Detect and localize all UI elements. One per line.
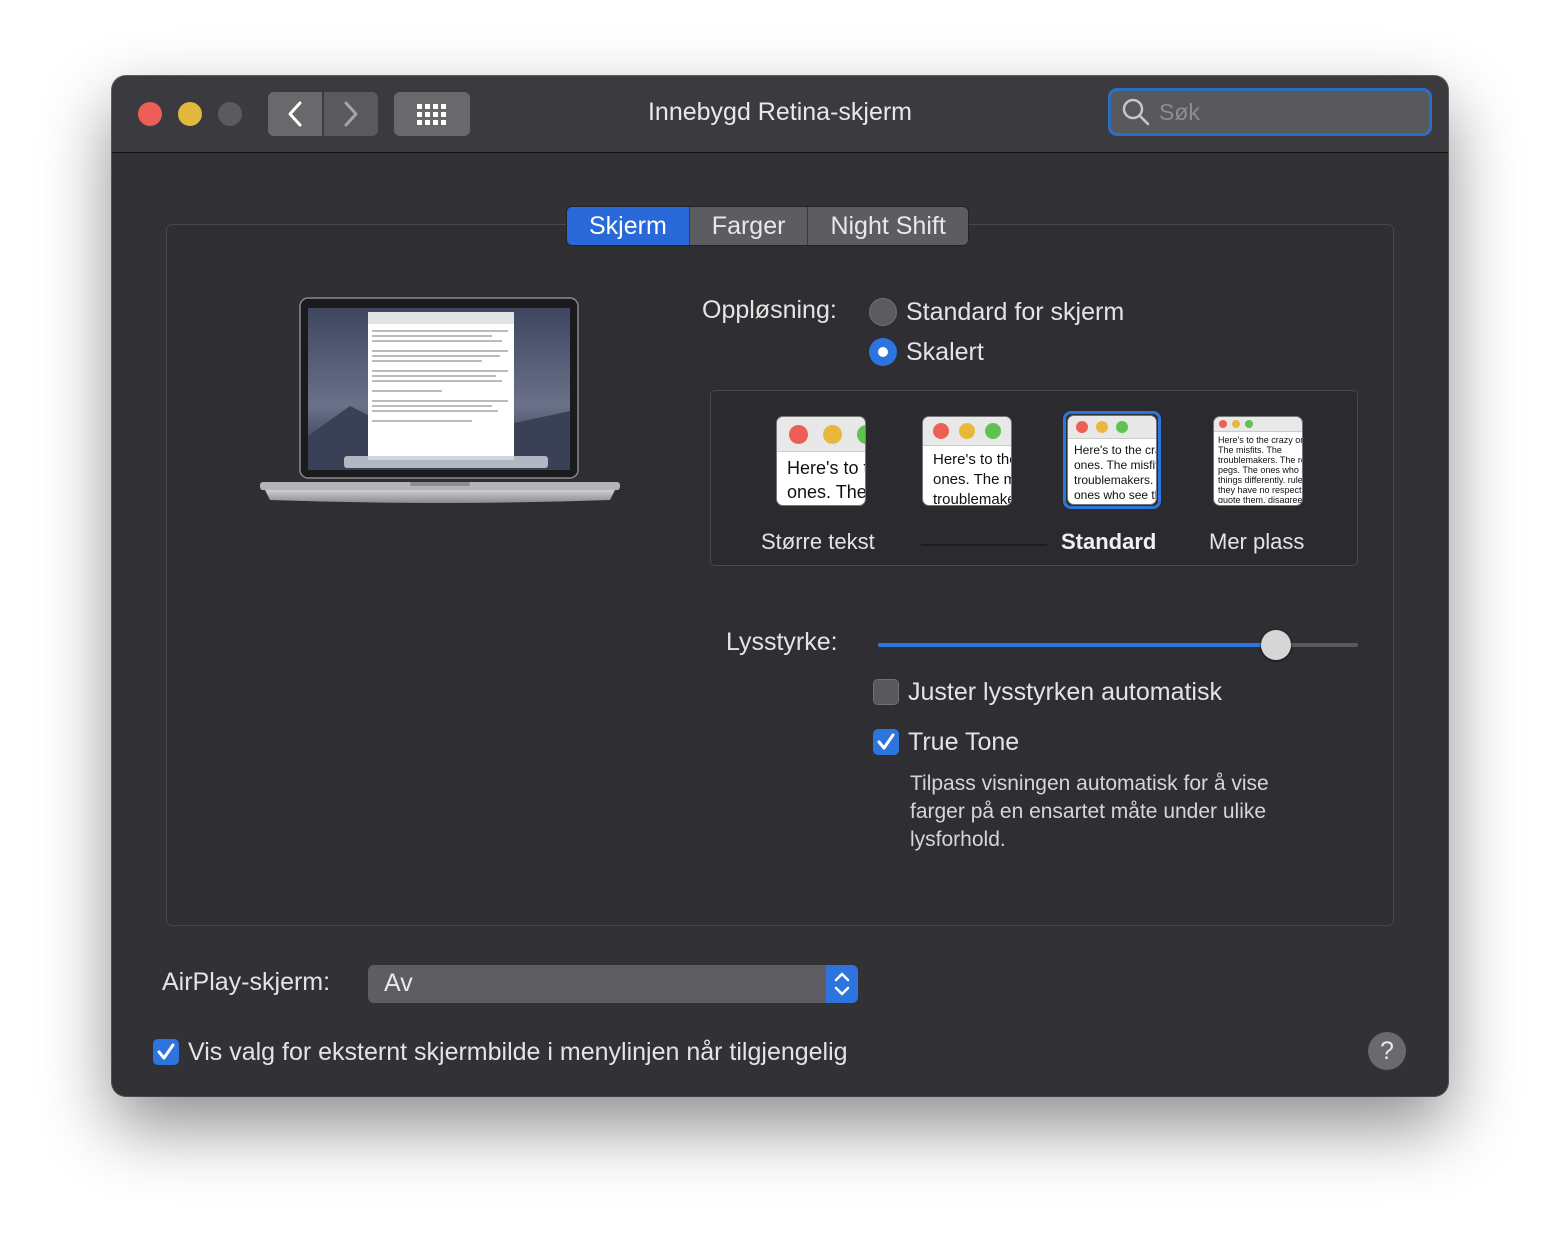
search-icon [1122, 98, 1150, 126]
scaling-label-larger-text: Større tekst [761, 529, 875, 554]
show-all-button[interactable] [394, 92, 470, 136]
search-field[interactable] [1108, 88, 1432, 136]
zoom-button[interactable] [218, 102, 242, 126]
tab-bar: Skjerm Farger Night Shift [566, 206, 969, 246]
system-preferences-window: Innebygd Retina-skjerm Skjerm Farger Nig… [112, 76, 1448, 1096]
menubar-option-checkbox[interactable] [153, 1039, 179, 1065]
resolution-label: Oppløsning: [702, 296, 837, 324]
brightness-label: Lysstyrke: [726, 628, 838, 656]
macbook-illustration [260, 297, 620, 503]
brightness-slider-fill [878, 643, 1277, 647]
airplay-select[interactable]: Av [368, 965, 858, 1003]
close-button[interactable] [138, 102, 162, 126]
scaling-divider [921, 544, 1047, 546]
tab-skjerm[interactable]: Skjerm [567, 207, 689, 245]
scaling-option-2[interactable]: Here's to the crazy ones. The misfits. T… [923, 417, 1011, 505]
checkmark-icon [877, 733, 895, 750]
true-tone-description: Tilpass visningen automatisk for å vise … [910, 772, 1269, 851]
menubar-option-label[interactable]: Vis valg for eksternt skjermbilde i meny… [188, 1038, 848, 1067]
scaling-options: Here's to the crazy ones. The misfits. T… [710, 390, 1358, 566]
radio-standard-for-display-label[interactable]: Standard for skjerm [906, 298, 1124, 327]
radio-standard-for-display[interactable] [869, 298, 897, 326]
scaling-option-larger-text[interactable]: Here's to the crazy ones. The misfits. T… [777, 417, 865, 505]
chevron-left-icon [288, 101, 302, 127]
back-button[interactable] [268, 92, 322, 136]
window-title: Innebygd Retina-skjerm [647, 98, 912, 126]
auto-brightness-label[interactable]: Juster lysstyrken automatisk [908, 678, 1222, 707]
radio-scaled[interactable] [869, 338, 897, 366]
airplay-select-value: Av [384, 969, 413, 997]
select-arrows-icon [826, 965, 858, 1003]
search-input[interactable] [1157, 97, 1421, 127]
true-tone-label[interactable]: True Tone [908, 728, 1019, 757]
brightness-slider[interactable] [878, 630, 1358, 660]
scaling-option-standard[interactable]: Here's to the crazy ones. The misfits. T… [1068, 416, 1156, 504]
grid-icon [417, 104, 446, 125]
minimize-button[interactable] [178, 102, 202, 126]
forward-button[interactable] [324, 92, 378, 136]
help-button[interactable]: ? [1368, 1032, 1406, 1070]
chevron-right-icon [344, 101, 358, 127]
tab-farger[interactable]: Farger [688, 207, 808, 245]
auto-brightness-checkbox[interactable] [873, 679, 899, 705]
true-tone-checkbox[interactable] [873, 729, 899, 755]
radio-scaled-label[interactable]: Skalert [906, 338, 984, 367]
titlebar: Innebygd Retina-skjerm [112, 76, 1448, 153]
tab-night-shift[interactable]: Night Shift [807, 207, 968, 245]
scaling-option-more-space[interactable]: Here's to the crazy ones. The misfits. T… [1214, 417, 1302, 505]
checkmark-icon [157, 1043, 175, 1060]
airplay-label: AirPlay-skjerm: [162, 968, 331, 996]
scaling-label-standard: Standard [1061, 529, 1157, 554]
scaling-label-more-space: Mer plass [1209, 529, 1305, 554]
